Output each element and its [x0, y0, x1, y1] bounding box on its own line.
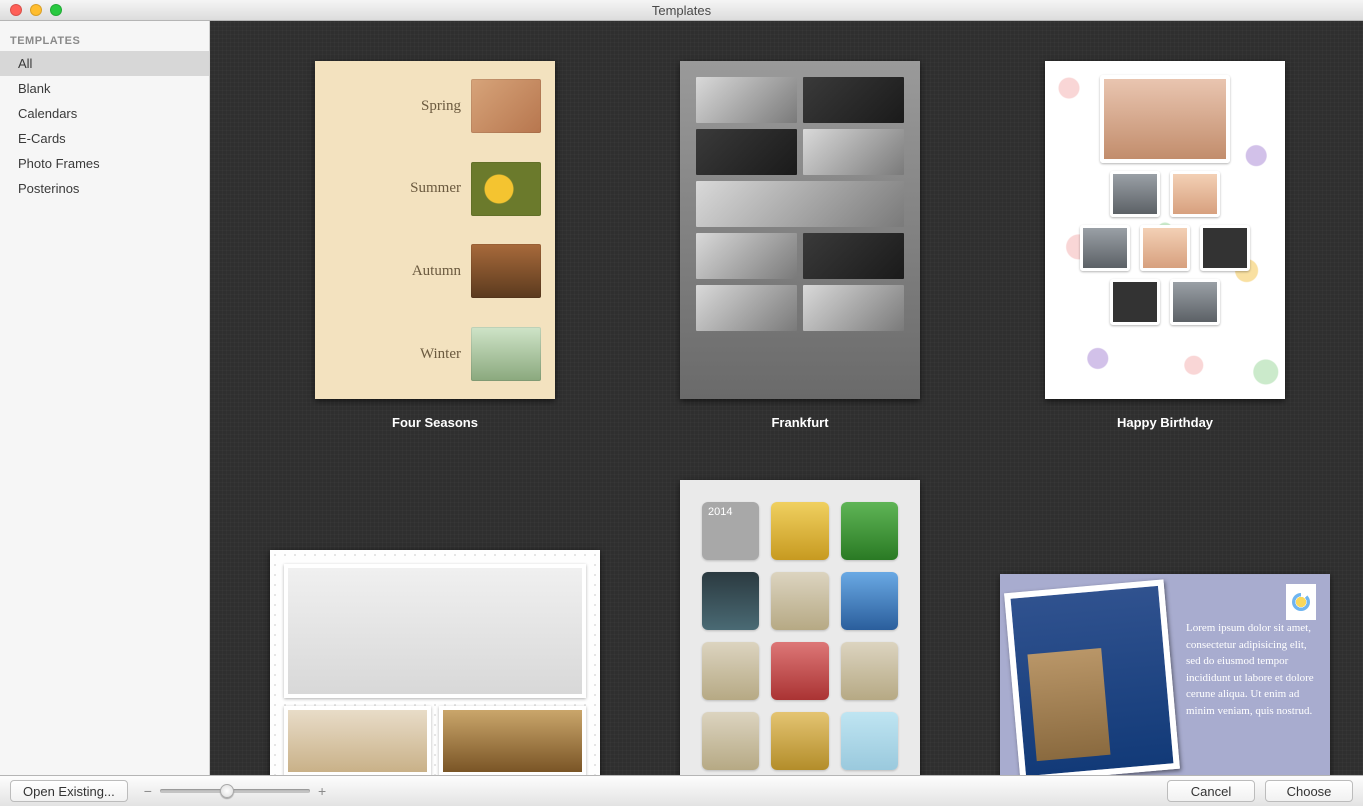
season-row: Summer [329, 162, 541, 216]
photo-placeholder [1170, 171, 1220, 217]
photo-grid [696, 77, 904, 331]
template-thumbnail: 2014 [680, 480, 920, 775]
photo-placeholder [439, 706, 586, 775]
content-area: TEMPLATES All Blank Calendars E-Cards Ph… [0, 21, 1363, 775]
sidebar-item-ecards[interactable]: E-Cards [0, 126, 209, 151]
photo-placeholder [284, 564, 586, 698]
season-label: Winter [420, 346, 461, 363]
template-thumbnail: Lorem ipsum dolor sit amet, consectetur … [1000, 574, 1330, 775]
photo-placeholder [1170, 279, 1220, 325]
zoom-in-icon[interactable]: + [318, 783, 326, 799]
template-item[interactable]: Lorem ipsum dolor sit amet, consectetur … [1000, 574, 1330, 775]
photo-placeholder [471, 327, 541, 381]
season-label: Summer [410, 180, 461, 197]
template-label: Four Seasons [392, 415, 478, 430]
season-row: Autumn [329, 244, 541, 298]
zoom-slider: − + [144, 783, 326, 799]
photo-grid: 2014 [702, 502, 898, 770]
zoom-track[interactable] [160, 789, 310, 793]
zoom-out-icon[interactable]: − [144, 783, 152, 799]
photo-placeholder [1110, 279, 1160, 325]
template-four-seasons[interactable]: Spring Summer Autumn Winter Four Seasons [315, 61, 555, 430]
photo-placeholder [1004, 579, 1180, 775]
template-thumbnail: Spring Summer Autumn Winter [315, 61, 555, 399]
window-title: Templates [0, 3, 1363, 18]
sidebar-item-blank[interactable]: Blank [0, 76, 209, 101]
template-item[interactable] [270, 550, 600, 775]
photo-placeholder [1100, 75, 1230, 163]
template-label: Frankfurt [771, 415, 828, 430]
template-thumbnail [680, 61, 920, 399]
sidebar-item-calendars[interactable]: Calendars [0, 101, 209, 126]
photo-placeholder [471, 79, 541, 133]
gallery-scroll[interactable]: Spring Summer Autumn Winter Four Seasons [210, 21, 1363, 775]
season-row: Spring [329, 79, 541, 133]
photo-placeholder [1110, 171, 1160, 217]
template-label: Happy Birthday [1117, 415, 1213, 430]
open-existing-button[interactable]: Open Existing... [10, 780, 128, 802]
season-row: Winter [329, 327, 541, 381]
template-gallery: Spring Summer Autumn Winter Four Seasons [210, 21, 1363, 775]
template-item[interactable]: 2014 [680, 480, 920, 775]
template-frankfurt[interactable]: Frankfurt [680, 61, 920, 430]
template-thumbnail [270, 550, 600, 775]
year-cell: 2014 [702, 502, 759, 560]
sidebar-item-photo-frames[interactable]: Photo Frames [0, 151, 209, 176]
stamp-icon [1286, 584, 1316, 620]
template-thumbnail [1045, 61, 1285, 399]
photo-placeholder [284, 706, 431, 775]
sidebar-item-all[interactable]: All [0, 51, 209, 76]
photo-placeholder [471, 244, 541, 298]
cancel-button[interactable]: Cancel [1167, 780, 1255, 802]
bottom-toolbar: Open Existing... − + Cancel Choose [0, 775, 1363, 806]
choose-button[interactable]: Choose [1265, 780, 1353, 802]
sidebar: TEMPLATES All Blank Calendars E-Cards Ph… [0, 21, 210, 775]
photo-placeholder [1140, 225, 1190, 271]
sidebar-item-posterinos[interactable]: Posterinos [0, 176, 209, 201]
photo-placeholder [1200, 225, 1250, 271]
season-label: Spring [421, 98, 461, 115]
zoom-knob[interactable] [220, 784, 234, 798]
season-label: Autumn [412, 263, 461, 280]
titlebar: Templates [0, 0, 1363, 21]
template-happy-birthday[interactable]: Happy Birthday [1045, 61, 1285, 430]
photo-placeholder [1080, 225, 1130, 271]
photo-placeholder [471, 162, 541, 216]
sidebar-header: TEMPLATES [0, 29, 209, 51]
